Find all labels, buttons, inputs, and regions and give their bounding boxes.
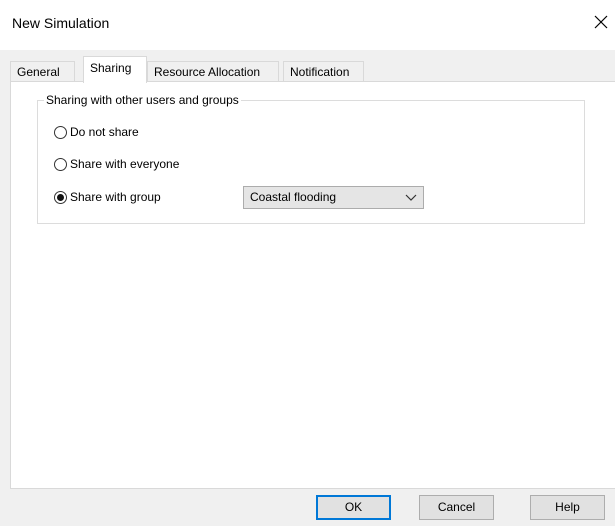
- radio-label: Share with everyone: [70, 157, 180, 171]
- close-icon: [594, 15, 608, 29]
- radio-label: Do not share: [70, 125, 139, 139]
- group-select-value: Coastal flooding: [250, 190, 337, 204]
- cancel-button[interactable]: Cancel: [419, 495, 494, 520]
- radio-label: Share with group: [70, 190, 161, 204]
- group-select[interactable]: Coastal flooding: [243, 186, 424, 209]
- dialog-window: New Simulation General Sharing Resource …: [0, 0, 615, 526]
- title-bar: New Simulation: [0, 0, 615, 50]
- tab-notification[interactable]: Notification: [283, 61, 364, 82]
- tab-resource-allocation[interactable]: Resource Allocation: [147, 61, 279, 82]
- help-button[interactable]: Help: [530, 495, 605, 520]
- radio-share-with-everyone[interactable]: Share with everyone: [54, 155, 179, 173]
- close-button[interactable]: [587, 8, 615, 36]
- chevron-down-icon: [405, 194, 417, 201]
- sharing-panel: Sharing with other users and groups Do n…: [10, 81, 615, 489]
- radio-button[interactable]: [54, 125, 67, 139]
- tab-general[interactable]: General: [10, 61, 75, 82]
- radio-button[interactable]: [54, 190, 67, 204]
- radio-do-not-share[interactable]: Do not share: [54, 123, 139, 141]
- radio-share-with-group[interactable]: Share with group: [54, 188, 161, 206]
- window-title: New Simulation: [12, 15, 110, 31]
- groupbox-label: Sharing with other users and groups: [44, 93, 241, 107]
- ok-button[interactable]: OK: [316, 495, 391, 520]
- tab-sharing[interactable]: Sharing: [83, 56, 147, 83]
- radio-button[interactable]: [54, 157, 67, 171]
